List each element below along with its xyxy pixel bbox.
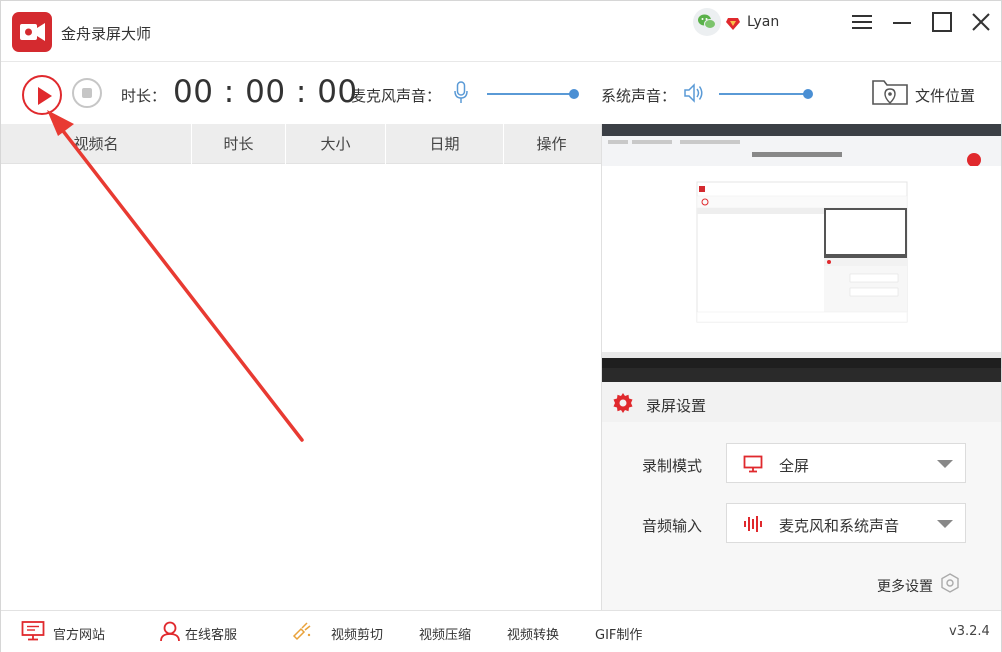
duration-label: 时长： (121, 87, 167, 105)
folder-location-button[interactable]: 文件位置 (915, 85, 975, 106)
settings-header: 录屏设置 (602, 382, 1001, 422)
video-list-header: 视频名 时长 大小 日期 操作 (1, 124, 601, 164)
hexagon-settings-icon[interactable] (940, 573, 960, 597)
close-icon[interactable] (968, 9, 994, 35)
maximize-icon[interactable] (929, 9, 955, 35)
gear-icon (612, 392, 634, 418)
footer-bar: 官方网站 在线客服 视频剪切 视频压缩 视频转换 GIF制作 v3.2.4 (1, 610, 1001, 652)
username: Lyan (747, 14, 780, 30)
wechat-icon (693, 8, 721, 36)
customer-service-icon[interactable] (159, 620, 181, 646)
stop-record-button[interactable] (72, 78, 102, 108)
record-mode-label: 录制模式 (642, 457, 703, 475)
app-logo (12, 12, 52, 52)
record-mode-value: 全屏 (779, 457, 810, 475)
hamburger-icon[interactable] (849, 9, 875, 35)
website-monitor-icon[interactable] (21, 620, 45, 646)
column-date[interactable]: 日期 (385, 124, 503, 164)
record-toolbar: 时长： 00 : 00 : 00 麦克风声音： 系统声音： 文件位置 (1, 61, 1001, 124)
audio-input-select[interactable]: 麦克风和系统声音 (726, 503, 966, 543)
app-title: 金舟录屏大师 (61, 25, 152, 43)
more-settings-button[interactable]: 更多设置 (877, 576, 933, 596)
audio-input-label: 音频输入 (642, 517, 703, 535)
footer-official-site[interactable]: 官方网站 (53, 624, 105, 643)
video-cut-icon[interactable] (291, 620, 313, 646)
record-mode-select[interactable]: 全屏 (726, 443, 966, 483)
user-area[interactable]: Lyan (693, 7, 803, 37)
app-window: 金舟录屏大师 Lyan 时长： 00: 00: 00 麦克风声音： 系统声音… (0, 0, 1002, 652)
footer-video-compress[interactable]: 视频压缩 (419, 624, 471, 643)
duration-timer: 00 : 00 : 00 (173, 74, 358, 110)
microphone-icon[interactable] (453, 81, 469, 109)
speaker-icon[interactable] (683, 82, 705, 108)
column-size[interactable]: 大小 (285, 124, 385, 164)
minimize-icon[interactable] (889, 9, 915, 35)
system-volume-label: 系统声音： (601, 87, 677, 105)
column-actions[interactable]: 操作 (503, 124, 599, 164)
settings-panel: 录制模式 全屏 音频输入 麦克风和系统声音 更多设置 (602, 422, 1001, 610)
vip-diamond-icon (726, 15, 740, 34)
system-volume-slider[interactable] (719, 89, 813, 99)
folder-location-icon[interactable] (871, 76, 909, 114)
footer-video-cut[interactable]: 视频剪切 (331, 624, 383, 643)
chevron-down-icon (937, 460, 953, 468)
audio-input-value: 麦克风和系统声音 (779, 517, 900, 535)
settings-title: 录屏设置 (646, 397, 707, 415)
stop-icon (82, 88, 92, 98)
mic-volume-label: 麦克风声音： (351, 87, 442, 105)
play-icon (38, 87, 52, 105)
app-version: v3.2.4 (949, 624, 990, 639)
video-list (1, 164, 601, 610)
column-duration[interactable]: 时长 (191, 124, 285, 164)
monitor-icon (743, 454, 763, 478)
footer-online-service[interactable]: 在线客服 (185, 624, 237, 643)
audio-wave-icon (743, 514, 763, 538)
screen-preview (602, 124, 1001, 382)
column-video-name[interactable]: 视频名 (1, 124, 191, 164)
system-volume-knob[interactable] (803, 89, 813, 99)
footer-video-convert[interactable]: 视频转换 (507, 624, 559, 643)
footer-gif-maker[interactable]: GIF制作 (595, 624, 642, 643)
mic-volume-knob[interactable] (569, 89, 579, 99)
chevron-down-icon (937, 520, 953, 528)
title-bar: 金舟录屏大师 Lyan (1, 1, 1001, 61)
start-record-button[interactable] (22, 75, 62, 115)
mic-volume-slider[interactable] (487, 89, 579, 99)
